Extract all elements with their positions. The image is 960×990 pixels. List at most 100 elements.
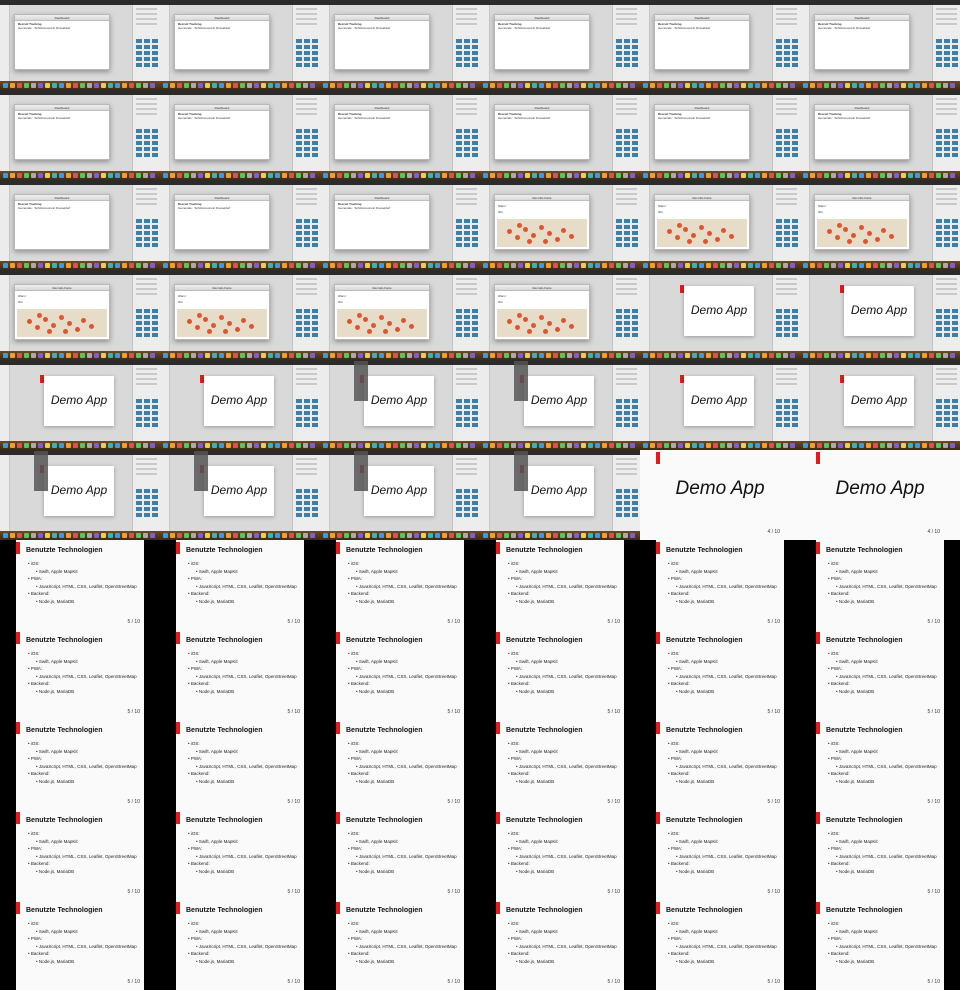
swatch-tile[interactable] [456, 147, 462, 151]
swatch-tile[interactable] [304, 129, 310, 133]
swatch-tile[interactable] [296, 309, 302, 313]
dock-app-icon[interactable] [776, 173, 781, 178]
swatch-tile[interactable] [296, 219, 302, 223]
dock-app-icon[interactable] [372, 443, 377, 448]
swatch-tile[interactable] [296, 231, 302, 235]
dock-app-icon[interactable] [470, 443, 475, 448]
dock-app-icon[interactable] [567, 83, 572, 88]
map-pin-icon[interactable] [715, 237, 720, 242]
swatch-tile[interactable] [784, 63, 790, 67]
dock-app-icon[interactable] [400, 533, 405, 538]
dock-app-icon[interactable] [734, 263, 739, 268]
dock-app-icon[interactable] [170, 173, 175, 178]
dock-app-icon[interactable] [163, 173, 168, 178]
map-pin-icon[interactable] [409, 324, 414, 329]
swatch-tile[interactable] [304, 507, 310, 511]
swatch-tile[interactable] [616, 423, 622, 427]
swatch-tile[interactable] [472, 57, 478, 61]
swatch-tile[interactable] [616, 45, 622, 49]
swatch-tile[interactable] [152, 327, 158, 331]
dock-app-icon[interactable] [497, 173, 502, 178]
swatch-tile[interactable] [136, 411, 142, 415]
dock-app-icon[interactable] [950, 353, 955, 358]
dock-app-icon[interactable] [511, 533, 516, 538]
dock-app-icon[interactable] [678, 83, 683, 88]
swatch-tiles[interactable] [136, 39, 158, 67]
swatch-tile[interactable] [296, 489, 302, 493]
dock-app-icon[interactable] [664, 353, 669, 358]
dock-app-icon[interactable] [73, 173, 78, 178]
dock-app-icon[interactable] [616, 443, 621, 448]
dock-app-icon[interactable] [560, 353, 565, 358]
dock-app-icon[interactable] [442, 443, 447, 448]
dock-app-icon[interactable] [873, 83, 878, 88]
dock-app-icon[interactable] [344, 353, 349, 358]
map-pin-icon[interactable] [555, 237, 560, 242]
dock-app-icon[interactable] [414, 173, 419, 178]
swatch-tile[interactable] [136, 309, 142, 313]
dock-app-icon[interactable] [268, 173, 273, 178]
dock-app-icon[interactable] [330, 83, 335, 88]
dock-app-icon[interactable] [289, 173, 294, 178]
dock-app-icon[interactable] [323, 533, 328, 538]
swatch-tile[interactable] [312, 417, 318, 421]
swatch-tile[interactable] [312, 129, 318, 133]
swatch-tile[interactable] [632, 315, 638, 319]
map-pin-icon[interactable] [527, 329, 532, 334]
dock-app-icon[interactable] [727, 353, 732, 358]
swatch-tile[interactable] [304, 489, 310, 493]
dock-app-icon[interactable] [831, 353, 836, 358]
dock-app-icon[interactable] [950, 263, 955, 268]
swatch-tile[interactable] [792, 135, 798, 139]
swatch-tile[interactable] [312, 507, 318, 511]
dock-app-icon[interactable] [894, 173, 899, 178]
swatch-tiles[interactable] [136, 129, 158, 157]
swatch-tile[interactable] [632, 219, 638, 223]
swatch-tiles[interactable] [616, 309, 638, 337]
dock-app-icon[interactable] [776, 83, 781, 88]
dock-app-icon[interactable] [184, 263, 189, 268]
dock-app-icon[interactable] [497, 353, 502, 358]
dock-app-icon[interactable] [351, 443, 356, 448]
dock-app-icon[interactable] [296, 353, 301, 358]
swatch-tile[interactable] [144, 423, 150, 427]
swatch-tile[interactable] [784, 405, 790, 409]
map-pin-icon[interactable] [515, 325, 520, 330]
swatch-tile[interactable] [784, 399, 790, 403]
dock-app-icon[interactable] [817, 353, 822, 358]
swatch-tile[interactable] [936, 327, 942, 331]
dock-app-icon[interactable] [212, 83, 217, 88]
swatch-tile[interactable] [456, 141, 462, 145]
dock-app-icon[interactable] [115, 83, 120, 88]
dock-app-icon[interactable] [762, 263, 767, 268]
swatch-tile[interactable] [472, 51, 478, 55]
dock-app-icon[interactable] [233, 83, 238, 88]
swatch-tile[interactable] [784, 57, 790, 61]
dock-app-icon[interactable] [177, 533, 182, 538]
swatch-tile[interactable] [936, 45, 942, 49]
dock-app-icon[interactable] [45, 83, 50, 88]
swatch-tile[interactable] [936, 399, 942, 403]
swatch-tile[interactable] [792, 315, 798, 319]
dock-app-icon[interactable] [803, 443, 808, 448]
dock-app-icon[interactable] [240, 83, 245, 88]
swatch-tile[interactable] [936, 309, 942, 313]
dock-app-icon[interactable] [73, 533, 78, 538]
dock-app-icon[interactable] [386, 263, 391, 268]
swatch-tile[interactable] [952, 237, 958, 241]
swatch-tile[interactable] [952, 315, 958, 319]
dock-app-icon[interactable] [546, 443, 551, 448]
swatch-tile[interactable] [632, 231, 638, 235]
swatch-tile[interactable] [296, 45, 302, 49]
dock-app-icon[interactable] [525, 173, 530, 178]
map-pin-icon[interactable] [843, 227, 848, 232]
swatch-tile[interactable] [456, 237, 462, 241]
dock-app-icon[interactable] [198, 443, 203, 448]
dock-app-icon[interactable] [671, 173, 676, 178]
dock-app-icon[interactable] [38, 533, 43, 538]
dock-app-icon[interactable] [38, 353, 43, 358]
swatch-tile[interactable] [616, 507, 622, 511]
dock-app-icon[interactable] [191, 173, 196, 178]
swatch-tile[interactable] [152, 57, 158, 61]
swatch-tile[interactable] [304, 51, 310, 55]
